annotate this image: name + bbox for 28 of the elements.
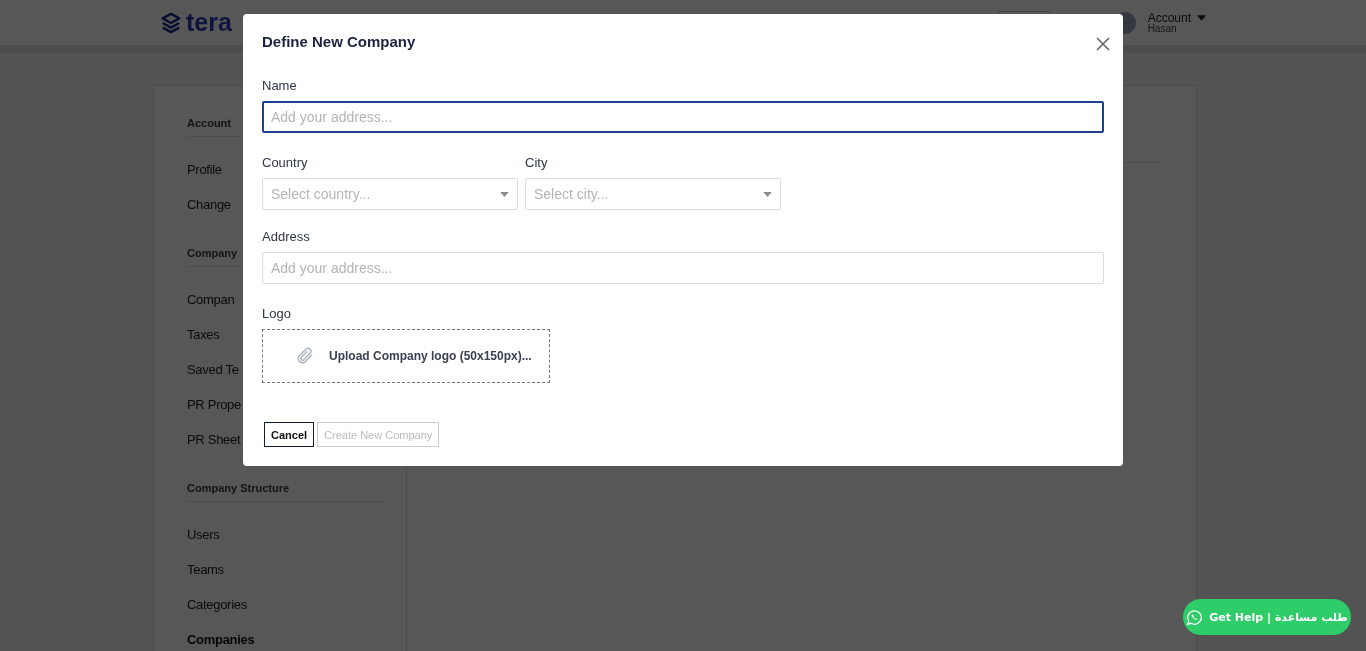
- field-label: Logo: [262, 306, 292, 322]
- caret-icon[interactable]: [1197, 14, 1206, 21]
- cancel-button[interactable]: Cancel: [264, 422, 315, 447]
- section-title: Company Structure: [187, 475, 386, 502]
- field-label: Name: [262, 78, 298, 94]
- sidebar-item[interactable]: Users: [187, 517, 386, 552]
- address-input[interactable]: Add your address...: [262, 252, 1104, 284]
- close-icon[interactable]: [1096, 37, 1110, 51]
- logo-icon: [160, 11, 182, 34]
- chat-phone-icon: [1186, 608, 1204, 626]
- upload-label: Upload Company logo (50x150px)...: [329, 349, 532, 363]
- field-label: Country: [262, 155, 309, 171]
- account-menu[interactable]: Account: [1147, 11, 1191, 24]
- user-name: Hasan: [1147, 23, 1178, 34]
- help-button[interactable]: Get Help | طلب مساعدة: [1183, 599, 1351, 635]
- caret-icon: [500, 191, 509, 197]
- city-select[interactable]: Select city...: [525, 178, 781, 210]
- caret-icon: [763, 191, 772, 197]
- dialog-title: Define New Company: [262, 32, 416, 50]
- sidebar-item[interactable]: Companies: [187, 622, 386, 651]
- sidebar-item[interactable]: Categories: [187, 587, 386, 622]
- name-input[interactable]: Add your address...: [262, 101, 1104, 133]
- paperclip-icon: [295, 346, 315, 366]
- country-select[interactable]: Select country...: [262, 178, 518, 210]
- sidebar-item[interactable]: Teams: [187, 552, 386, 587]
- field-label: City: [525, 155, 549, 171]
- logo-upload-area[interactable]: Upload Company logo (50x150px)...: [262, 329, 550, 383]
- logo-text: tera: [186, 8, 232, 37]
